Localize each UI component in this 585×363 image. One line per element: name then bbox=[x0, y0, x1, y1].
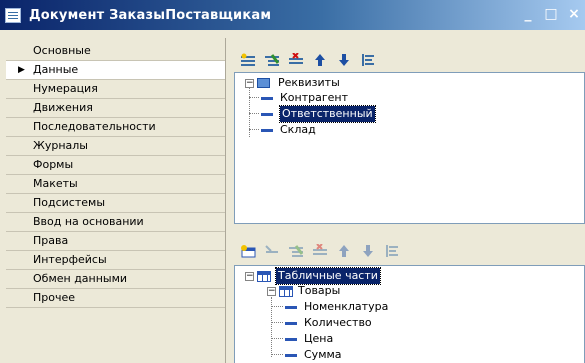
tree-node-label: Контрагент bbox=[280, 91, 349, 104]
data-section-panel: − Реквизиты Контрагент Ответственный Скл… bbox=[226, 38, 585, 363]
move-down-icon[interactable] bbox=[336, 52, 352, 68]
add-icon[interactable] bbox=[240, 52, 256, 68]
title-bar[interactable]: Документ ЗаказыПоставщикам _ □ × bbox=[0, 0, 585, 30]
nav-item-label: Последовательности bbox=[33, 120, 156, 133]
nav-item-label: Права bbox=[33, 234, 69, 247]
tree-node-goods[interactable]: − Товары bbox=[267, 283, 340, 299]
add-child-icon[interactable] bbox=[264, 52, 280, 68]
nav-item-label: Формы bbox=[33, 158, 74, 171]
tree-node-label: Реквизиты bbox=[278, 76, 340, 89]
nav-item-movements[interactable]: Движения bbox=[6, 99, 225, 118]
nav-item-label: Движения bbox=[33, 101, 93, 114]
move-up-icon[interactable] bbox=[336, 243, 352, 259]
selected-arrow-icon: ▶ bbox=[18, 65, 25, 75]
tree-node-label: Табличные части bbox=[275, 267, 381, 285]
attribute-icon bbox=[285, 353, 297, 357]
delete-icon[interactable] bbox=[288, 52, 304, 68]
nav-item-data-exchange[interactable]: Обмен данными bbox=[6, 270, 225, 289]
attribute-icon bbox=[285, 305, 297, 309]
add-icon[interactable] bbox=[264, 243, 280, 259]
tabular-parts-icon bbox=[257, 270, 271, 282]
nav-item-label: Обмен данными bbox=[33, 272, 128, 285]
nav-item-main[interactable]: Основные bbox=[6, 42, 225, 61]
nav-item-input-based-on[interactable]: Ввод на основании bbox=[6, 213, 225, 232]
table-icon bbox=[279, 285, 293, 297]
nav-item-label: Журналы bbox=[33, 139, 88, 152]
nav-item-numbering[interactable]: Нумерация bbox=[6, 80, 225, 99]
tabular-parts-tree[interactable]: − Табличные части − Товары Номенклатура … bbox=[234, 265, 585, 363]
tree-node-label: Склад bbox=[280, 123, 316, 136]
delete-icon[interactable] bbox=[312, 243, 328, 259]
sort-icon[interactable] bbox=[360, 52, 376, 68]
move-up-icon[interactable] bbox=[312, 52, 328, 68]
nav-item-subsystems[interactable]: Подсистемы bbox=[6, 194, 225, 213]
nav-item-label: Ввод на основании bbox=[33, 215, 144, 228]
tree-node-label: Товары bbox=[298, 284, 341, 297]
nav-item-interfaces[interactable]: Интерфейсы bbox=[6, 251, 225, 270]
tree-node-responsible[interactable]: Ответственный bbox=[261, 105, 376, 123]
tree-node-quantity[interactable]: Количество bbox=[285, 315, 372, 331]
nav-item-label: Прочее bbox=[33, 291, 76, 304]
collapse-icon[interactable]: − bbox=[245, 271, 254, 281]
tree-node-attributes[interactable]: − Реквизиты bbox=[245, 75, 340, 91]
nav-item-forms[interactable]: Формы bbox=[6, 156, 225, 175]
attributes-toolbar bbox=[240, 52, 376, 68]
document-editor-window: Документ ЗаказыПоставщикам _ □ × Основны… bbox=[0, 0, 585, 363]
tree-node-tabular-parts[interactable]: − Табличные части bbox=[245, 267, 381, 285]
window-controls: _ □ × bbox=[521, 6, 581, 22]
attribute-icon bbox=[261, 96, 273, 100]
add-table-icon[interactable] bbox=[240, 243, 256, 259]
move-down-icon[interactable] bbox=[360, 243, 376, 259]
nav-item-journals[interactable]: Журналы bbox=[6, 137, 225, 156]
nav-item-rights[interactable]: Права bbox=[6, 232, 225, 251]
nav-item-label: Нумерация bbox=[33, 82, 98, 95]
add-child-icon[interactable] bbox=[288, 243, 304, 259]
document-icon bbox=[5, 7, 21, 23]
minimize-button[interactable]: _ bbox=[521, 6, 535, 22]
tree-node-counterparty[interactable]: Контрагент bbox=[261, 90, 348, 106]
attribute-icon bbox=[285, 321, 297, 325]
collapse-icon[interactable]: − bbox=[267, 286, 276, 296]
nav-item-label: Основные bbox=[33, 44, 91, 57]
tree-node-label: Ответственный bbox=[279, 105, 376, 123]
close-button[interactable]: × bbox=[567, 6, 581, 22]
tree-node-label: Номенклатура bbox=[304, 300, 389, 313]
attribute-icon bbox=[261, 112, 273, 116]
attributes-folder-icon bbox=[257, 78, 270, 88]
nav-item-label: Подсистемы bbox=[33, 196, 106, 209]
nav-item-layouts[interactable]: Макеты bbox=[6, 175, 225, 194]
sections-panel: Основные ▶ Данные Нумерация Движения Посл… bbox=[0, 38, 226, 363]
nav-item-data[interactable]: ▶ Данные bbox=[6, 61, 225, 80]
sort-icon[interactable] bbox=[384, 243, 400, 259]
collapse-icon[interactable]: − bbox=[245, 78, 254, 88]
nav-item-label: Интерфейсы bbox=[33, 253, 107, 266]
window-title: Документ ЗаказыПоставщикам bbox=[29, 7, 272, 23]
tree-node-warehouse[interactable]: Склад bbox=[261, 122, 316, 138]
tree-node-price[interactable]: Цена bbox=[285, 331, 333, 347]
attribute-icon bbox=[261, 128, 273, 132]
nav-item-label: Макеты bbox=[33, 177, 78, 190]
tree-node-nomenclature[interactable]: Номенклатура bbox=[285, 299, 388, 315]
tree-node-label: Сумма bbox=[304, 348, 342, 361]
nav-item-label: Данные bbox=[33, 63, 79, 76]
tabular-parts-toolbar bbox=[240, 243, 400, 259]
nav-item-sequences[interactable]: Последовательности bbox=[6, 118, 225, 137]
attribute-icon bbox=[285, 337, 297, 341]
attributes-tree[interactable]: − Реквизиты Контрагент Ответственный Скл… bbox=[234, 72, 585, 224]
maximize-button[interactable]: □ bbox=[544, 6, 558, 22]
tree-node-label: Цена bbox=[304, 332, 334, 345]
tree-node-label: Количество bbox=[304, 316, 372, 329]
tree-node-sum[interactable]: Сумма bbox=[285, 347, 342, 363]
nav-item-other[interactable]: Прочее bbox=[6, 289, 225, 308]
